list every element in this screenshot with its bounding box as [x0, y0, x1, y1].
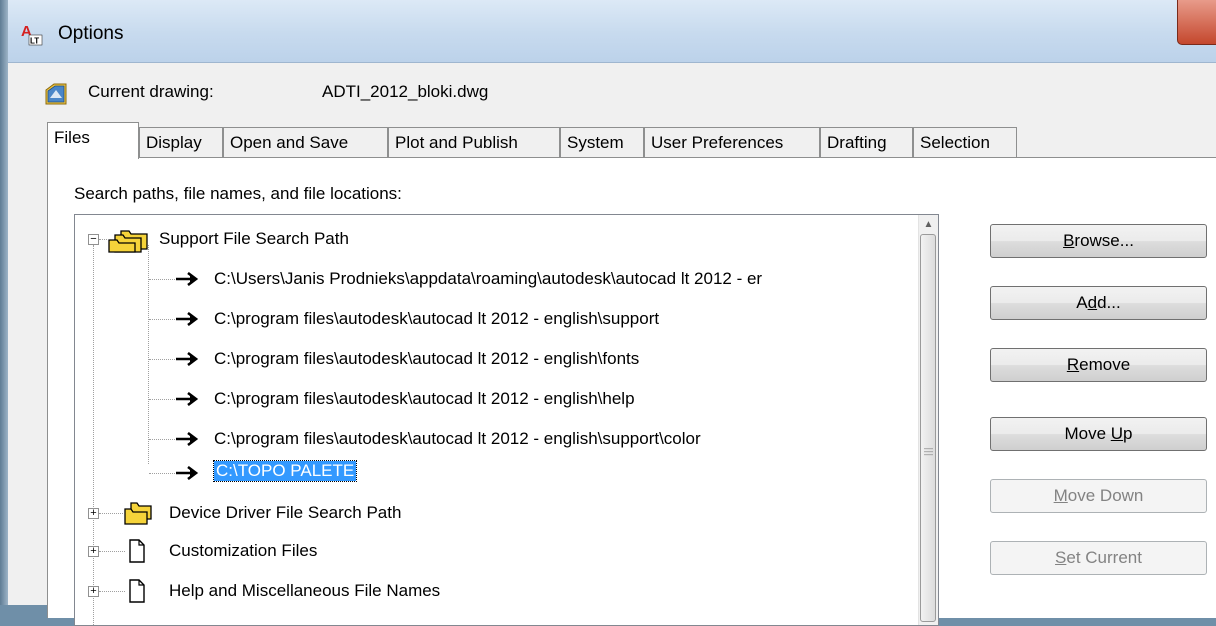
- files-tab-panel: Search paths, file names, and file locat…: [47, 157, 1216, 626]
- tree-content: − Support File Search Path C:\Users\Jani…: [75, 215, 918, 625]
- section-label: Search paths, file names, and file locat…: [74, 184, 402, 203]
- mnemonic-letter: S: [1055, 548, 1067, 567]
- set-current-button[interactable]: Set Current: [990, 541, 1207, 575]
- tree-connector: [99, 239, 107, 240]
- file-locations-tree[interactable]: − Support File Search Path C:\Users\Jani…: [74, 214, 939, 626]
- button-label-part: rowse...: [1074, 231, 1134, 250]
- close-icon: [1178, 0, 1216, 44]
- tree-connector: [99, 591, 125, 592]
- button-label-part: A: [1076, 293, 1088, 312]
- path-arrow-icon: [176, 312, 199, 326]
- tree-item-label: C:\program files\autodesk\autocad lt 201…: [214, 389, 635, 408]
- add-button[interactable]: Add...: [990, 286, 1207, 320]
- path-arrow-icon: [176, 432, 199, 446]
- path-arrow-icon: [176, 392, 199, 406]
- tree-connector: [99, 551, 125, 552]
- current-drawing-value: ADTI_2012_bloki.dwg: [322, 82, 489, 101]
- tab-plot-and-publish[interactable]: Plot and Publish: [388, 127, 560, 158]
- browse-button[interactable]: Browse...: [990, 224, 1207, 258]
- button-label-part: d...: [1097, 293, 1121, 312]
- tab-user-preferences[interactable]: User Preferences: [644, 127, 820, 158]
- tab-drafting[interactable]: Drafting: [820, 127, 913, 158]
- svg-text:LT: LT: [30, 37, 39, 46]
- drawing-file-icon: [45, 83, 67, 105]
- button-label-part: et Current: [1066, 548, 1142, 567]
- tree-connector: [99, 513, 123, 514]
- tab-files[interactable]: Files: [47, 122, 139, 159]
- move-up-button[interactable]: Move Up: [990, 417, 1207, 451]
- search-folders-icon: [108, 230, 148, 253]
- scroll-thumb[interactable]: — — —: [920, 234, 936, 622]
- path-arrow-icon: [176, 466, 199, 480]
- tree-node-label: Support File Search Path: [159, 229, 349, 248]
- tree-item-label: C:\Users\Janis Prodnieks\appdata\roaming…: [214, 269, 763, 288]
- window-title: Options: [58, 23, 124, 44]
- mnemonic-letter: B: [1063, 231, 1075, 250]
- close-button[interactable]: [1177, 0, 1216, 45]
- current-drawing-row: Current drawing: ADTI_2012_bloki.dwg: [44, 78, 844, 108]
- tree-item-label: C:\program files\autodesk\autocad lt 201…: [214, 349, 640, 368]
- current-drawing-label: Current drawing:: [88, 82, 214, 101]
- tree-item-path[interactable]: C:\program files\autodesk\autocad lt 201…: [75, 339, 918, 379]
- tree-connector: [149, 319, 175, 320]
- path-arrow-icon: [176, 272, 199, 286]
- tree-node-support-file-search-path[interactable]: − Support File Search Path: [75, 219, 918, 259]
- mnemonic-letter: d: [1087, 293, 1098, 312]
- file-icon: [129, 579, 145, 603]
- tree-item-label: C:\program files\autodesk\autocad lt 201…: [214, 429, 701, 448]
- button-label-part: ove Down: [1067, 486, 1144, 505]
- tab-system[interactable]: System: [560, 127, 644, 158]
- tree-node-label: Help and Miscellaneous File Names: [169, 581, 441, 600]
- path-arrow-icon: [176, 352, 199, 366]
- tree-vertical-scrollbar[interactable]: ▲ — — —: [918, 215, 938, 625]
- grip-icon: — — —: [924, 443, 933, 459]
- mnemonic-letter: R: [1066, 355, 1080, 374]
- tree-node-device-driver-file-search-path[interactable]: + Device Driver File Search Path: [75, 493, 918, 533]
- tree-item-path-selected[interactable]: C:\TOPO PALETE: [75, 453, 918, 493]
- tab-open-and-save[interactable]: Open and Save: [223, 127, 388, 158]
- tree-connector: [149, 359, 175, 360]
- tree-node-customization-files[interactable]: + Customization Files: [75, 531, 918, 571]
- move-down-button[interactable]: Move Down: [990, 479, 1207, 513]
- expand-toggle[interactable]: +: [88, 546, 99, 557]
- tree-item-path[interactable]: C:\program files\autodesk\autocad lt 201…: [75, 379, 918, 419]
- remove-button[interactable]: Remove: [990, 348, 1207, 382]
- autocad-lt-app-icon: A LT: [21, 23, 43, 46]
- expand-toggle[interactable]: +: [88, 586, 99, 597]
- tab-display[interactable]: Display: [139, 127, 223, 158]
- desktop-edge: [0, 0, 8, 605]
- tree-node-label: Customization Files: [169, 541, 318, 560]
- tree-item-label-selected: C:\TOPO PALETE: [212, 460, 358, 482]
- folders-icon: [124, 502, 152, 525]
- collapse-toggle[interactable]: −: [88, 234, 99, 245]
- button-label-part: Move: [1064, 424, 1111, 443]
- file-icon: [129, 539, 145, 563]
- mnemonic-letter: M: [1053, 486, 1068, 505]
- tree-connector: [149, 279, 175, 280]
- tree-item-path[interactable]: C:\program files\autodesk\autocad lt 201…: [75, 299, 918, 339]
- tree-connector: [149, 399, 175, 400]
- tree-connector: [149, 473, 175, 474]
- tree-item-label: C:\program files\autodesk\autocad lt 201…: [214, 309, 660, 328]
- tree-node-label: Device Driver File Search Path: [169, 503, 402, 522]
- title-bar[interactable]: A LT Options: [8, 0, 1216, 63]
- scroll-up-arrow-icon[interactable]: ▲: [919, 215, 938, 234]
- button-label-part: emove: [1079, 355, 1131, 374]
- tree-node-help-and-miscellaneous-file-names[interactable]: + Help and Miscellaneous File Names: [75, 571, 918, 611]
- mnemonic-letter: U: [1110, 424, 1124, 443]
- button-label-part: p: [1123, 424, 1133, 443]
- tree-connector: [149, 439, 175, 440]
- tab-selection[interactable]: Selection: [913, 127, 1017, 158]
- options-dialog: A LT Options Current drawing: ADTI_2012_…: [8, 0, 1216, 626]
- expand-toggle[interactable]: +: [88, 508, 99, 519]
- tree-item-path[interactable]: C:\Users\Janis Prodnieks\appdata\roaming…: [75, 259, 918, 299]
